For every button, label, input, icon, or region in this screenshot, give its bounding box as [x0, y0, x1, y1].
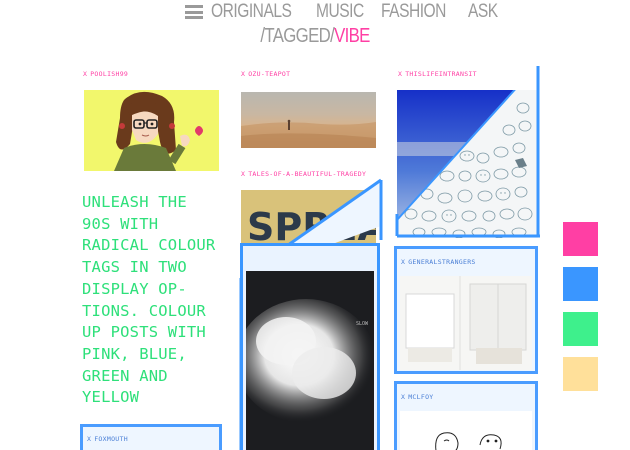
- desert-photo: [241, 119, 376, 148]
- promo-text: UNLEASH THE 90S WITH RADICAL COLOUR TAGS…: [82, 193, 216, 407]
- top-nav: ORIGINALS MUSIC FASHION ASK: [0, 0, 630, 24]
- post-image-anime-girl[interactable]: [84, 90, 219, 171]
- nav-link-music[interactable]: MUSIC: [316, 1, 364, 23]
- post-poolish99: x POOLISH99: [83, 70, 219, 171]
- swatch-yellow[interactable]: [563, 357, 598, 391]
- interior-photo: [400, 276, 532, 370]
- post-image-desert[interactable]: [241, 92, 376, 148]
- post-image-cloud[interactable]: SLOW: [246, 271, 374, 450]
- post-author[interactable]: x OZU-TEAPOT: [241, 70, 377, 78]
- nav-link-originals[interactable]: ORIGINALS: [211, 1, 292, 23]
- post-author[interactable]: x GENERALSTRANGERS: [401, 258, 476, 266]
- tag-prefix: /TAGGED/: [260, 25, 335, 47]
- nav-link-ask[interactable]: ASK: [468, 1, 498, 23]
- nav-inner: ORIGINALS MUSIC FASHION ASK: [185, 1, 498, 23]
- anime-girl-illustration: [114, 91, 203, 171]
- tag-heading: /TAGGED/VIBE: [0, 25, 630, 48]
- blue-card-diagonal-col3: [395, 66, 540, 238]
- swatch-pink[interactable]: [563, 222, 598, 256]
- post-author[interactable]: x MCLFOY: [401, 393, 434, 401]
- post-generalstrangers: x GENERALSTRANGERS: [394, 246, 538, 374]
- menu-icon[interactable]: [185, 5, 203, 19]
- swatch-blue[interactable]: [563, 267, 598, 301]
- post-foxmouth: x FOXMOUTH: [80, 424, 222, 450]
- post-card-cloud: SLOW: [240, 243, 380, 450]
- tag-name[interactable]: VIBE: [334, 25, 370, 47]
- post-image-interior[interactable]: [400, 276, 532, 370]
- post-image-sketch[interactable]: [400, 411, 532, 450]
- svg-text:SLOW: SLOW: [356, 321, 369, 327]
- nav-link-fashion[interactable]: FASHION: [381, 1, 446, 23]
- cloud-photo: SLOW: [246, 271, 374, 450]
- post-ozu-teapot: x OZU-TEAPOT: [241, 70, 377, 148]
- post-mclfoy: x MCLFOY: [394, 381, 538, 450]
- sketch-drawing: [435, 432, 502, 450]
- post-author[interactable]: x FOXMOUTH: [87, 435, 128, 443]
- nav-links: ORIGINALS MUSIC FASHION ASK: [211, 1, 498, 23]
- swatch-green[interactable]: [563, 312, 598, 346]
- post-author[interactable]: x POOLISH99: [83, 70, 219, 78]
